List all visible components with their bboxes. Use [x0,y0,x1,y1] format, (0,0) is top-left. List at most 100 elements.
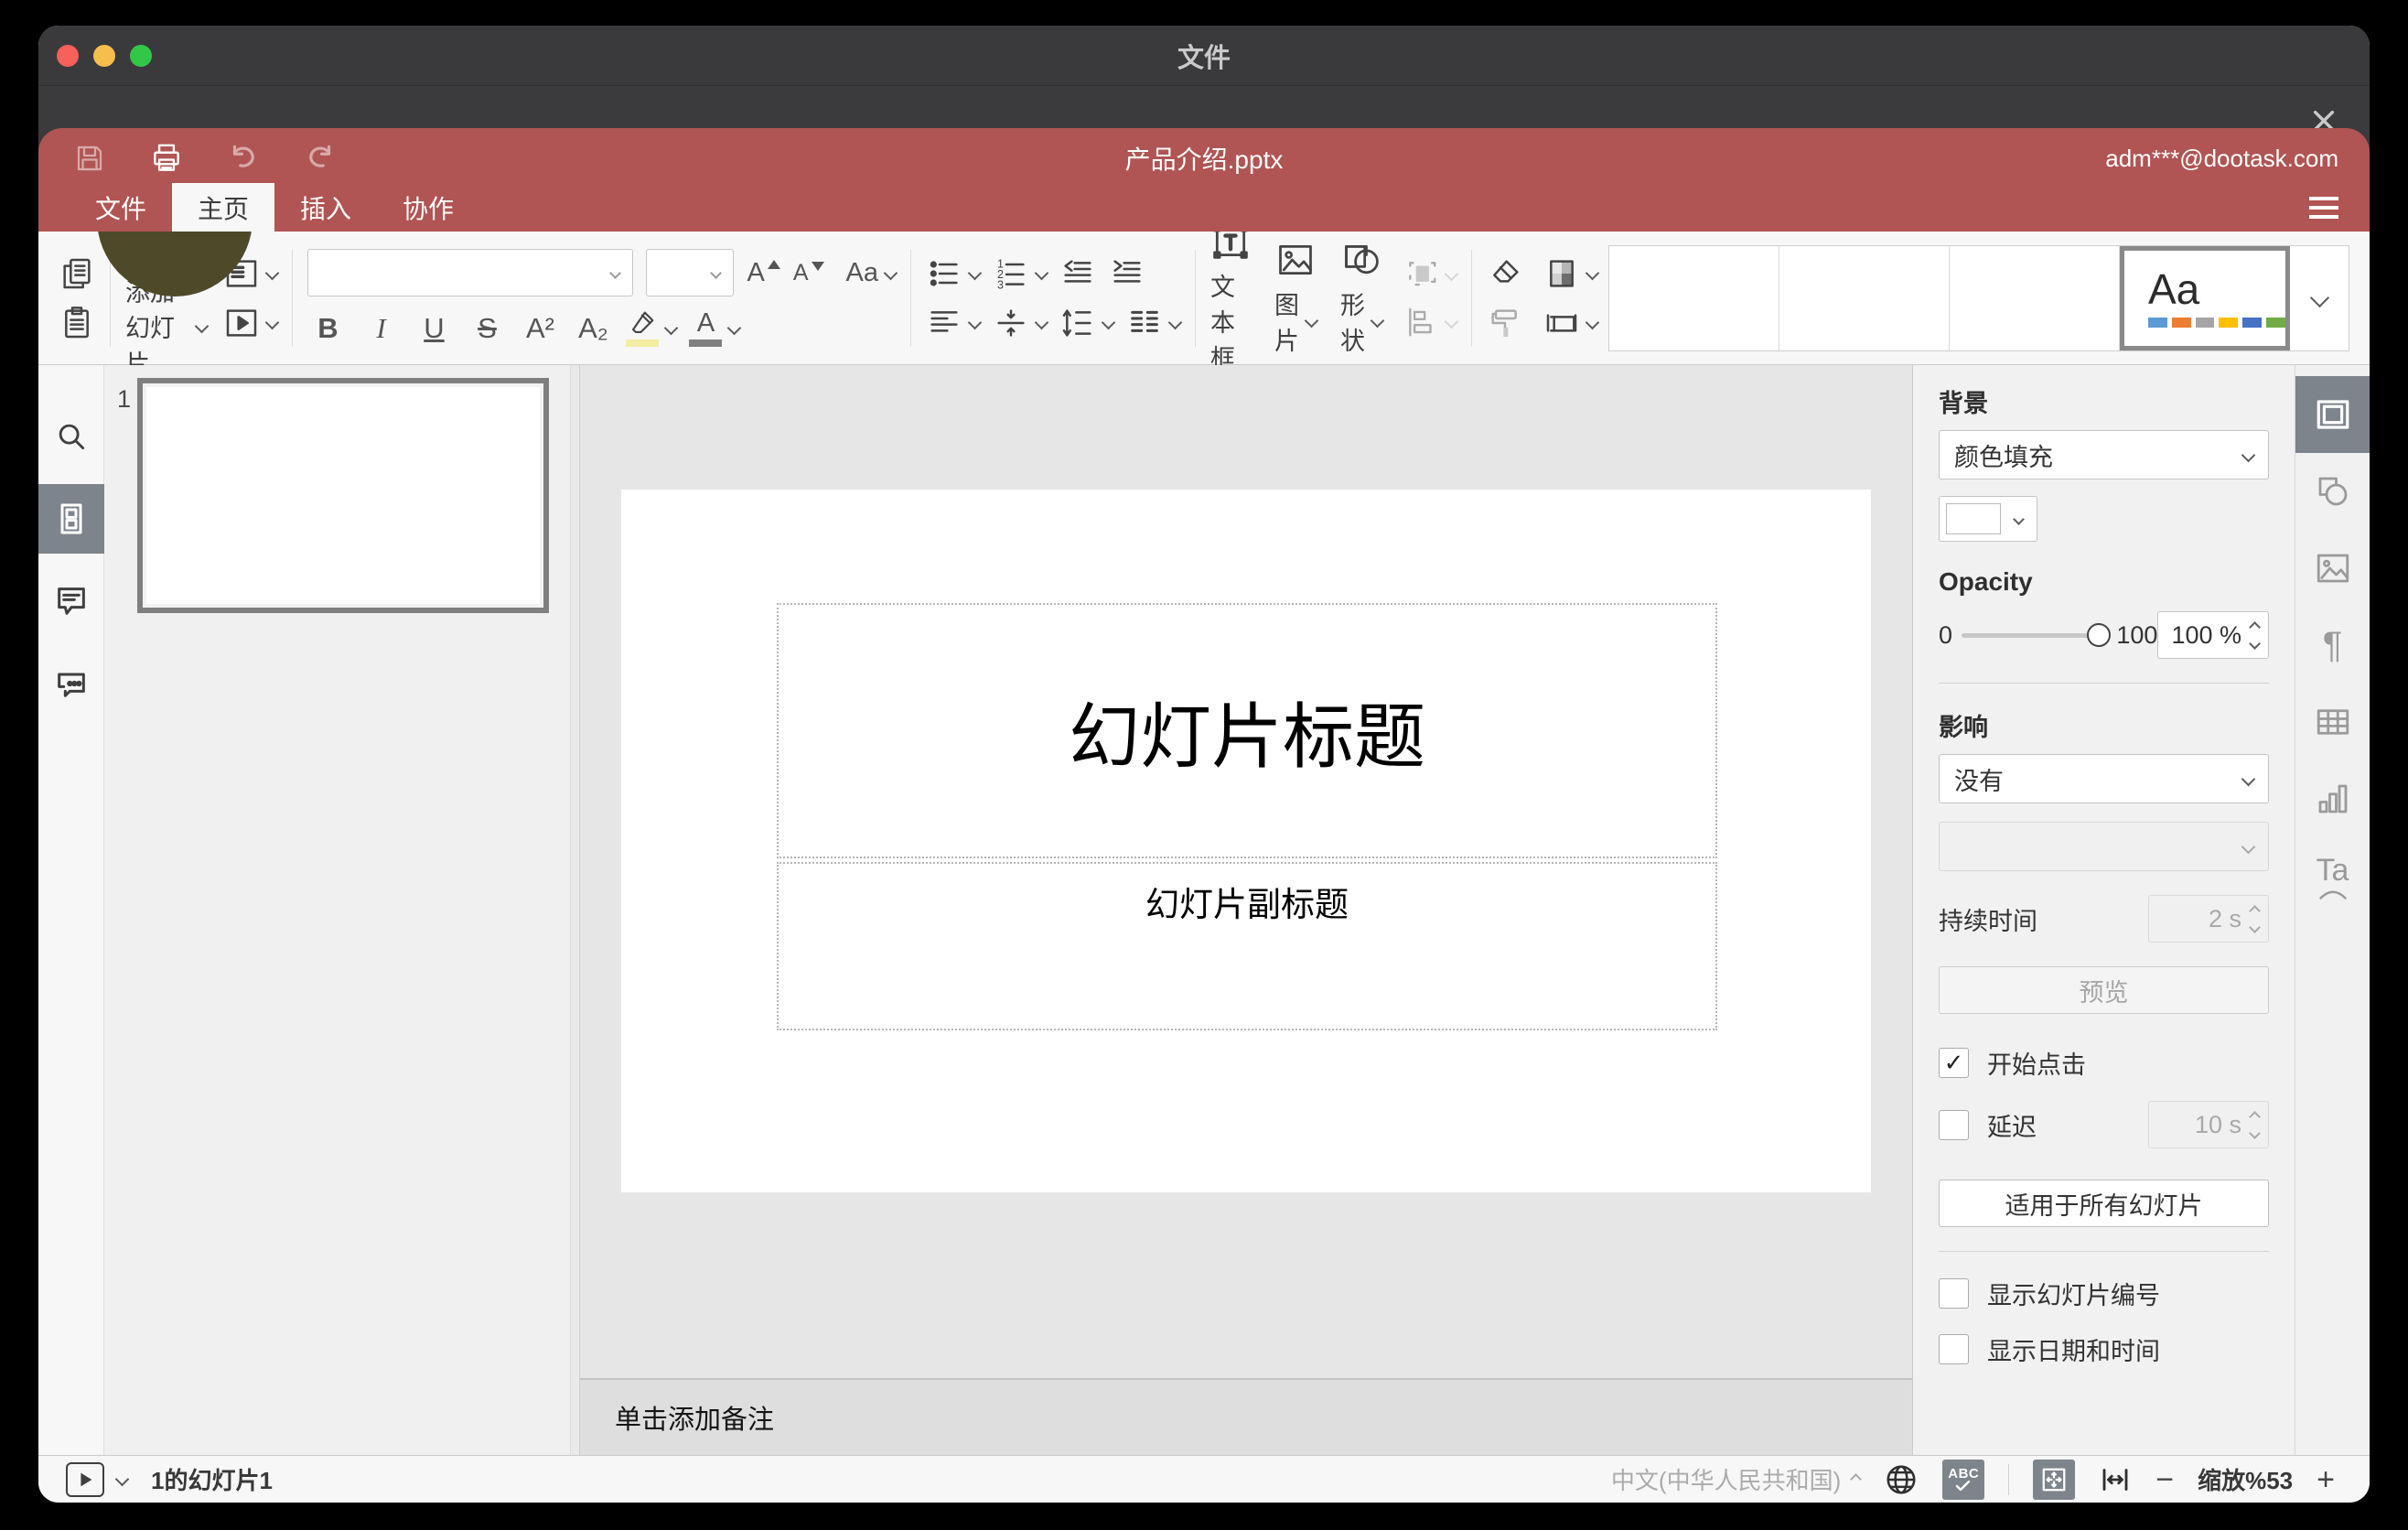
opacity-up-icon[interactable] [2249,620,2261,633]
theme-gallery-more-icon[interactable] [2290,246,2349,350]
vertical-align-icon[interactable] [993,305,1049,341]
slide-settings-icon[interactable] [2295,376,2370,453]
print-icon[interactable] [146,138,187,178]
decrease-font-icon[interactable]: A [793,261,824,285]
editor-canvas[interactable]: 幻灯片标题 幻灯片副标题 [580,365,1912,1378]
tab-insert[interactable]: 插入 [274,183,377,232]
effect-select[interactable]: 没有 [1939,754,2269,803]
paste-icon[interactable] [59,305,95,341]
close-traffic-light[interactable] [57,44,79,67]
user-email: adm***@dootask.com [2105,144,2338,172]
underline-button[interactable]: U [414,312,454,345]
theme-slot-blank-2[interactable] [1779,245,1950,350]
thumbnails-scrollbar[interactable] [570,365,579,1455]
preview-button[interactable]: 预览 [1939,966,2269,1014]
strikethrough-button[interactable]: S [467,312,507,345]
comments-icon[interactable] [38,566,104,636]
tab-collaboration[interactable]: 协作 [377,183,479,232]
line-spacing-icon[interactable] [1059,305,1116,341]
fill-type-select[interactable]: 颜色填充 [1939,430,2269,479]
insert-image-button[interactable]: 图片 [1274,240,1319,357]
redo-icon[interactable] [300,138,340,178]
theme-slot-blank-1[interactable] [1609,245,1779,350]
chart-settings-icon[interactable] [2295,760,2370,837]
delay-checkbox[interactable] [1939,1109,1969,1140]
slide-size-icon[interactable] [1543,305,1600,341]
start-slideshow-icon[interactable] [223,305,280,341]
slide-thumbnail[interactable] [137,378,549,613]
slideshow-options-icon[interactable] [114,1471,130,1487]
decrease-indent-icon[interactable] [1059,255,1096,292]
zoom-traffic-light[interactable] [130,44,152,67]
image-settings-icon[interactable] [2295,530,2370,607]
zoom-in-button[interactable]: + [2317,1464,2335,1495]
copy-style-icon[interactable] [1487,305,1523,341]
shape-settings-icon[interactable] [2295,453,2370,530]
subscript-button[interactable]: A₂ [573,312,613,345]
columns-icon[interactable] [1126,305,1183,341]
opacity-down-icon[interactable] [2249,637,2261,650]
start-click-checkbox[interactable]: ✓ [1939,1048,1969,1078]
insert-shape-button[interactable]: 形状 [1340,240,1385,357]
increase-font-icon[interactable]: A [747,259,780,286]
bold-button[interactable]: B [307,312,348,345]
superscript-button[interactable]: A² [520,312,560,345]
opacity-slider[interactable] [1962,623,2112,647]
change-case-icon[interactable]: Aa [846,259,898,286]
text-art-settings-icon[interactable]: Ta [2295,837,2370,914]
slide[interactable]: 幻灯片标题 幻灯片副标题 [621,490,1871,1192]
clear-style-icon[interactable] [1487,255,1523,292]
delay-value-input [2155,1110,2251,1139]
fill-color-swatch[interactable] [1939,496,2037,542]
globe-icon[interactable] [1884,1462,1919,1497]
opacity-slider-thumb[interactable] [2087,623,2112,647]
italic-button[interactable]: I [360,312,401,345]
undo-icon[interactable] [223,138,263,178]
menu-hamburger-icon[interactable] [2309,197,2338,219]
opacity-max-label: 100 [2116,620,2158,649]
table-settings-icon[interactable] [2295,684,2370,760]
horizontal-align-icon[interactable] [926,305,983,341]
highlight-color-icon[interactable] [626,309,679,347]
tab-file[interactable]: 文件 [70,183,172,232]
theme-palette [2148,318,2285,328]
text-box-button[interactable]: 文本框 [1210,221,1251,374]
theme-slot-selected[interactable]: Aa [2120,245,2290,350]
title-placeholder[interactable]: 幻灯片标题 [777,603,1717,858]
fit-to-width-icon[interactable] [2099,1463,2132,1496]
apply-all-slides-button[interactable]: 适用于所有幻灯片 [1939,1180,2269,1227]
opacity-value-input[interactable] [2164,620,2251,650]
notes-area[interactable]: 单击添加备注 [580,1378,1912,1455]
arrange-shape-icon[interactable] [1404,257,1459,292]
font-size-select[interactable] [646,249,735,296]
numbered-list-icon[interactable]: 123 [993,255,1049,292]
fit-to-slide-icon[interactable] [2033,1459,2076,1500]
show-date-time-checkbox[interactable] [1939,1334,1969,1364]
chat-icon[interactable] [38,649,104,718]
slide-counter: 1的幻灯片1 [151,1467,273,1494]
zoom-out-button[interactable]: − [2155,1464,2174,1495]
start-click-label: 开始点击 [1987,1051,2086,1079]
language-selector[interactable]: 中文(中华人民共和国) [1611,1462,1863,1496]
search-icon[interactable] [38,402,104,471]
save-icon[interactable] [70,138,110,178]
slides-panel-icon[interactable] [38,484,104,554]
minimize-traffic-light[interactable] [93,44,115,67]
bullet-list-icon[interactable] [926,255,983,292]
font-color-icon[interactable]: A [689,309,742,347]
align-shape-icon[interactable] [1404,305,1459,339]
increase-indent-icon[interactable] [1109,255,1145,292]
spell-check-icon[interactable]: ABC [1942,1459,1985,1500]
subtitle-placeholder[interactable]: 幻灯片副标题 [777,862,1717,1030]
copy-icon[interactable] [59,255,95,292]
font-name-select[interactable] [307,249,634,296]
tab-home[interactable]: 主页 [172,183,274,232]
opacity-spinner[interactable] [2157,611,2269,659]
theme-slot-blank-3[interactable] [1950,245,2120,350]
start-slideshow-status-icon[interactable] [66,1461,104,1497]
document-title: 产品介绍.pptx [1124,145,1284,174]
right-icon-rail: ¶ Ta [2295,365,2370,1455]
paragraph-settings-icon[interactable]: ¶ [2295,607,2370,684]
color-scheme-icon[interactable] [1543,255,1600,292]
show-slide-number-checkbox[interactable] [1939,1278,1969,1309]
